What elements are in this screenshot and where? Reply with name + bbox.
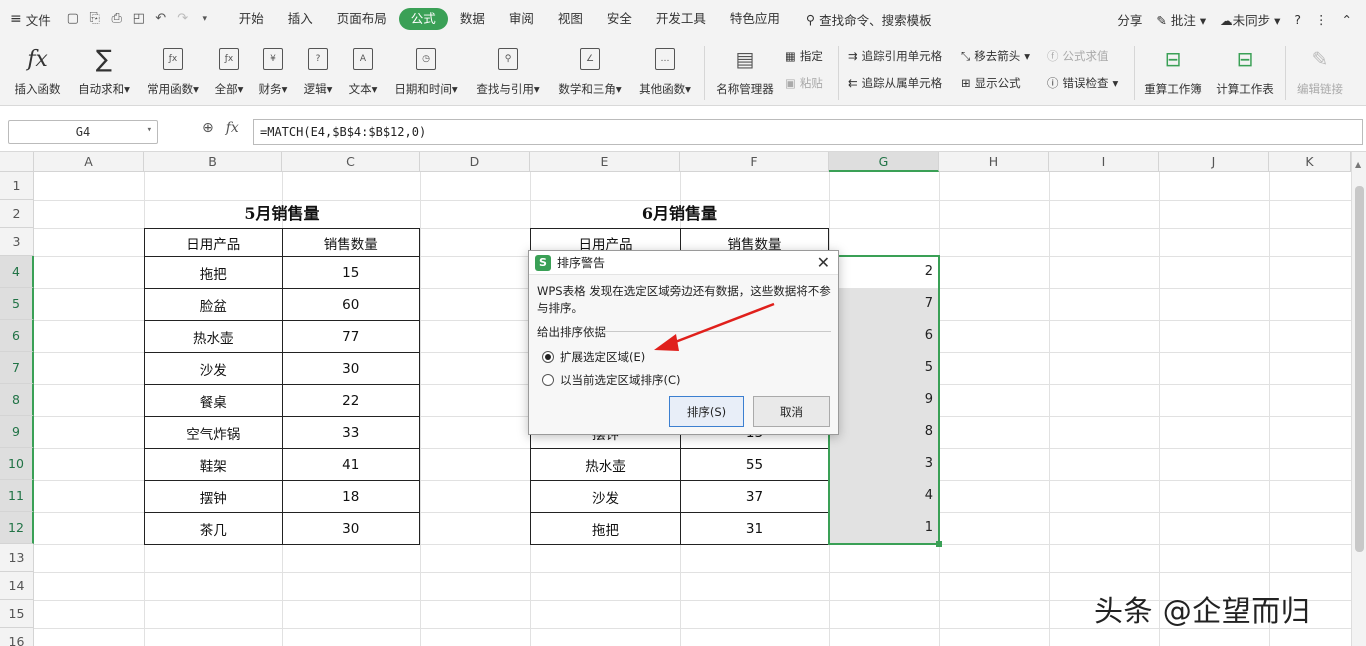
arrow-head: [654, 334, 679, 351]
arrow-shaft: [669, 302, 775, 346]
red-arrow-annotation: [654, 302, 775, 351]
watermark-text: 头条 @企望而归: [1094, 594, 1311, 628]
